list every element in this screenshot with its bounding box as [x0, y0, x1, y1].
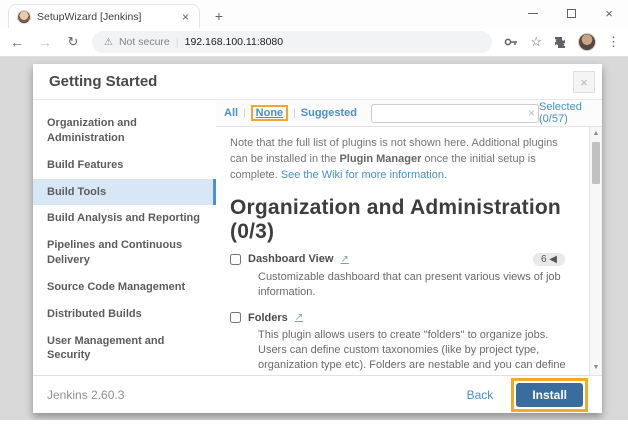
profile-avatar[interactable]	[578, 33, 596, 51]
scroll-up-icon[interactable]: ▲	[590, 128, 602, 140]
bottom-white-strip	[0, 420, 628, 428]
install-button[interactable]: Install	[516, 382, 583, 407]
back-button[interactable]: ←	[8, 34, 26, 50]
window-maximize-button[interactable]	[552, 0, 590, 26]
plugin-search-input[interactable]	[371, 103, 540, 123]
page-background: Getting Started × Organization and Admin…	[0, 57, 628, 420]
plugin-list-scrollbar[interactable]: ▲ ▼	[589, 127, 602, 375]
back-button-link[interactable]: Back	[467, 388, 494, 402]
browser-tab-bar: SetupWizard [Jenkins] × + ×	[0, 0, 628, 28]
filter-bar: All | None | Suggested × Selected (0/57)	[216, 100, 602, 127]
wiki-link[interactable]: See the Wiki for more information.	[281, 169, 447, 181]
note-plugin-manager: Plugin Manager	[339, 152, 422, 165]
window-controls: ×	[514, 0, 628, 26]
password-key-icon[interactable]	[503, 34, 519, 50]
jenkins-version-label: Jenkins 2.60.3	[47, 387, 125, 402]
external-link-icon[interactable]: ↗	[295, 312, 303, 323]
sidebar-item-build-tools[interactable]: Build Tools	[33, 178, 216, 206]
sidebar-item-distributed-builds[interactable]: Distributed Builds	[33, 301, 216, 328]
address-bar[interactable]: ⚠ Not secure | 192.168.100.11:8080	[92, 31, 492, 53]
jenkins-favicon-icon	[17, 9, 31, 24]
plugins-note: Note that the full list of plugins is no…	[216, 127, 583, 192]
window-close-button[interactable]: ×	[590, 0, 628, 26]
reload-button[interactable]: ↻	[64, 34, 82, 50]
dashboard-view-checkbox[interactable]	[230, 253, 241, 265]
plugin-row: Folders ↗	[230, 312, 573, 324]
dialog-footer: Jenkins 2.60.3 Back Install	[33, 375, 602, 413]
plugin-list: Note that the full list of plugins is no…	[216, 127, 589, 375]
new-tab-button[interactable]: +	[208, 6, 230, 26]
bookmark-star-icon[interactable]: ☆	[530, 34, 542, 50]
sidebar-item-source-code-management[interactable]: Source Code Management	[33, 274, 216, 301]
filter-separator-2: |	[293, 107, 296, 119]
sidebar-item-organization-and-administration[interactable]: Organization and Administration	[33, 110, 216, 152]
plugin-name: Dashboard View	[248, 253, 334, 266]
plugin-row: Dashboard View ↗ 6 ◀	[230, 252, 573, 266]
selected-count-label: Selected (0/57)	[539, 101, 582, 125]
dialog-title: Getting Started	[49, 73, 158, 90]
window-minimize-button[interactable]	[514, 0, 552, 26]
address-separator: |	[175, 36, 179, 48]
external-link-icon[interactable]: ↗	[340, 254, 348, 265]
maximize-icon	[566, 8, 576, 18]
plugin-entry-dashboard-view: Dashboard View ↗ 6 ◀ Customizable dashbo…	[216, 248, 583, 307]
not-secure-warning-icon[interactable]: ⚠	[104, 37, 113, 48]
scroll-down-icon[interactable]: ▼	[590, 362, 602, 374]
scrollbar-thumb[interactable]	[592, 142, 600, 184]
sidebar-item-user-management-and-security[interactable]: User Management and Security	[33, 328, 216, 370]
sidebar-item-notifications-and-publishing[interactable]: Notifications and Publishing	[33, 369, 216, 375]
toolbar-actions: ☆ ⋮	[503, 33, 620, 51]
dialog-body: Organization and Administration Build Fe…	[33, 100, 602, 375]
sidebar-item-pipelines-and-continuous-delivery[interactable]: Pipelines and Continuous Delivery	[33, 232, 216, 274]
minimize-icon	[528, 12, 538, 14]
screen: SetupWizard [Jenkins] × + × ← → ↻ ⚠ Not …	[0, 0, 628, 428]
dialog-close-button[interactable]: ×	[573, 71, 595, 93]
window-close-icon: ×	[605, 5, 613, 21]
getting-started-dialog: Getting Started × Organization and Admin…	[33, 64, 602, 413]
dialog-header: Getting Started ×	[33, 64, 602, 100]
viewer-count-badge: 6 ◀	[532, 252, 565, 266]
filter-suggested-link[interactable]: Suggested	[301, 107, 357, 119]
filter-separator: |	[243, 107, 246, 119]
plugin-list-wrap: Note that the full list of plugins is no…	[216, 127, 602, 375]
footer-actions: Back Install	[467, 377, 588, 412]
filter-none-link[interactable]: None	[256, 107, 284, 119]
plugin-content: All | None | Suggested × Selected (0/57)	[216, 100, 602, 375]
folders-checkbox[interactable]	[230, 312, 241, 324]
browser-toolbar: ← → ↻ ⚠ Not secure | 192.168.100.11:8080…	[0, 28, 628, 57]
filter-all-link[interactable]: All	[224, 107, 238, 119]
tab-title: SetupWizard [Jenkins]	[37, 10, 142, 23]
not-secure-label: Not secure	[118, 36, 170, 48]
extensions-puzzle-icon[interactable]	[553, 35, 567, 49]
sidebar-item-build-analysis-and-reporting[interactable]: Build Analysis and Reporting	[33, 205, 216, 232]
category-sidebar: Organization and Administration Build Fe…	[33, 100, 216, 375]
search-box: ×	[371, 103, 540, 123]
sidebar-item-build-features[interactable]: Build Features	[33, 152, 216, 179]
section-heading-organization: Organization and Administration (0/3)	[230, 195, 561, 243]
annotation-install-highlight: Install	[511, 377, 588, 412]
plugin-entry-folders: Folders ↗ This plugin allows users to cr…	[216, 307, 583, 375]
plugin-description: Customizable dashboard that can present …	[258, 270, 561, 299]
plugin-description: This plugin allows users to create "fold…	[258, 328, 566, 375]
annotation-none-highlight: None	[250, 105, 289, 121]
tab-close-icon[interactable]: ×	[180, 10, 191, 24]
url-text: 192.168.100.11:8080	[184, 36, 284, 48]
search-clear-icon[interactable]: ×	[528, 106, 535, 120]
browser-tab[interactable]: SetupWizard [Jenkins] ×	[8, 4, 200, 28]
forward-button[interactable]: →	[36, 34, 54, 50]
browser-menu-icon[interactable]: ⋮	[607, 34, 620, 50]
plugin-name: Folders	[248, 311, 288, 324]
